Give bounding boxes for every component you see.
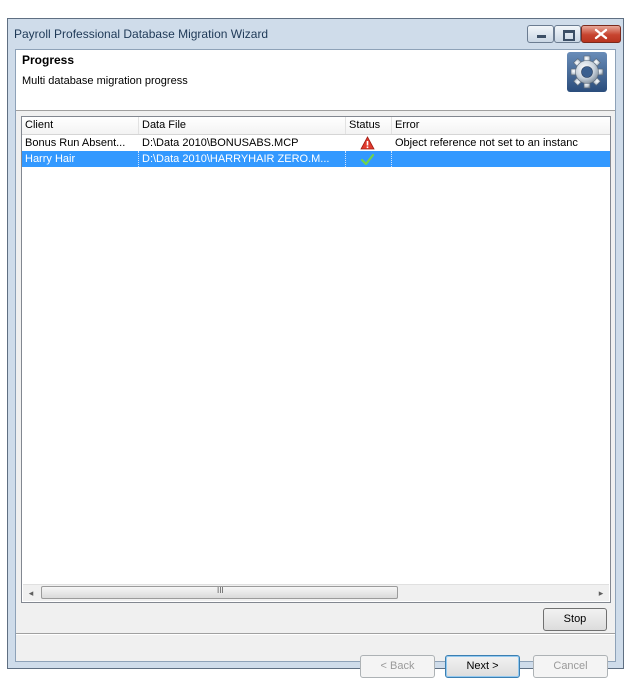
column-header-data-file[interactable]: Data File — [139, 117, 346, 134]
cell-client: Bonus Run Absent... — [25, 137, 126, 149]
minimize-icon — [528, 26, 553, 42]
minimize-button[interactable] — [527, 25, 554, 43]
cell-data-file: D:\Data 2010\BONUSABS.MCP — [142, 137, 299, 149]
column-header-error[interactable]: Error — [392, 117, 610, 134]
warning-icon — [360, 136, 375, 150]
table-row[interactable]: Harry Hair D:\Data 2010\HARRYHAIR ZERO.M… — [22, 151, 610, 167]
cell-error: Object reference not set to an instanc — [395, 137, 578, 149]
table-row[interactable]: Bonus Run Absent... D:\Data 2010\BONUSAB… — [22, 135, 610, 151]
cell-client: Harry Hair — [22, 151, 139, 167]
cell-status — [346, 151, 392, 167]
grip-icon: III — [217, 586, 224, 595]
wizard-window: Payroll Professional Database Migration … — [7, 18, 624, 678]
scroll-right-button[interactable]: ▸ — [593, 585, 609, 601]
column-header-status[interactable]: Status — [346, 117, 392, 134]
page-subtitle: Multi database migration progress — [22, 75, 188, 87]
maximize-button[interactable] — [554, 25, 581, 43]
divider-highlight — [16, 634, 615, 635]
horizontal-scrollbar[interactable]: ◂ III ▸ — [23, 584, 609, 601]
wizard-header: Progress Multi database migration progre… — [16, 50, 615, 111]
migration-list[interactable]: Client Data File Status Error Bonus Run … — [21, 116, 611, 603]
checkmark-icon — [360, 153, 375, 166]
cell-status — [346, 135, 392, 151]
title-bar[interactable]: Payroll Professional Database Migration … — [8, 19, 623, 49]
close-button[interactable] — [581, 25, 621, 43]
cell-data-file: D:\Data 2010\HARRYHAIR ZERO.M... — [139, 151, 346, 167]
close-icon — [594, 28, 608, 40]
list-header: Client Data File Status Error — [22, 117, 610, 135]
wizard-client-area: Progress Multi database migration progre… — [15, 49, 616, 678]
chevron-right-icon: ▸ — [598, 588, 604, 598]
window-title: Payroll Professional Database Migration … — [14, 27, 269, 41]
chevron-left-icon: ◂ — [28, 588, 34, 598]
scroll-left-button[interactable]: ◂ — [23, 585, 39, 601]
cell-error — [392, 151, 610, 167]
column-header-client[interactable]: Client — [22, 117, 139, 134]
maximize-icon — [555, 26, 580, 42]
scrollbar-thumb[interactable]: III — [41, 586, 398, 599]
gear-icon — [567, 52, 607, 92]
page-title: Progress — [22, 53, 75, 67]
stop-button[interactable]: Stop — [543, 608, 607, 631]
